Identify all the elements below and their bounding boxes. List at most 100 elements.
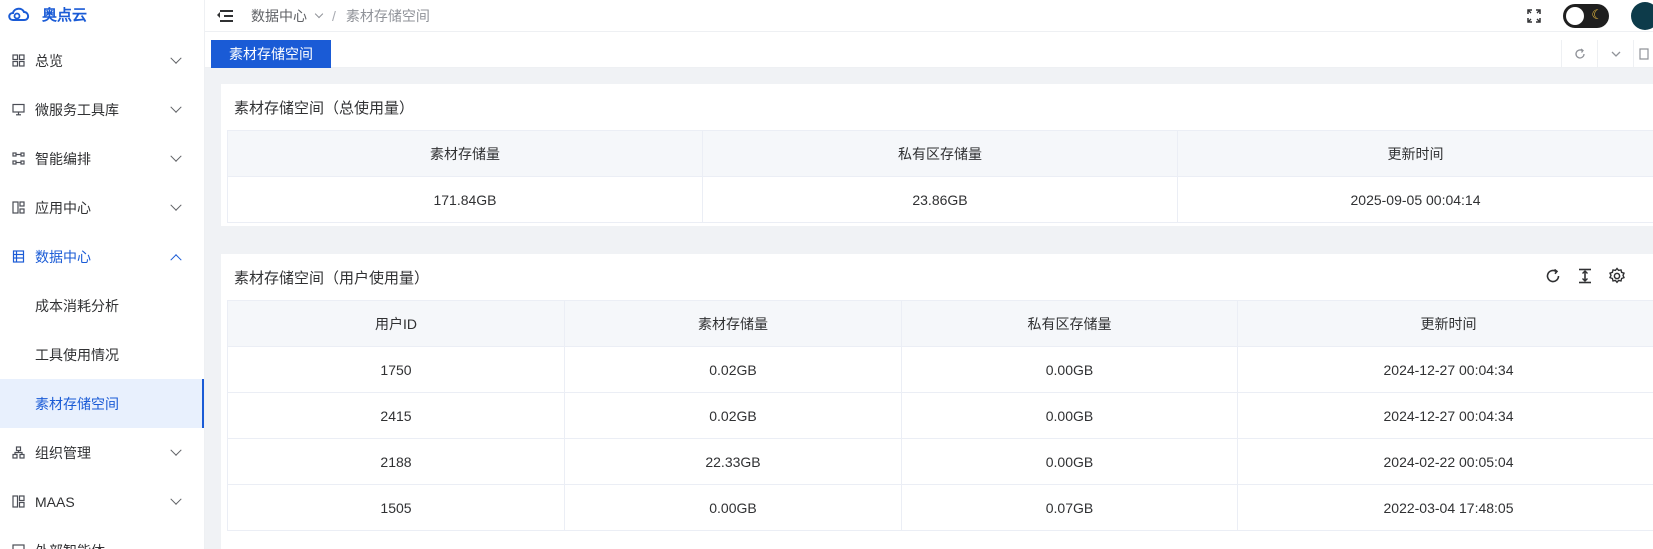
table-cell: 23.86GB xyxy=(702,176,1178,223)
sidebar-item-maas[interactable]: MAAS xyxy=(0,477,204,526)
column-header: 素材存储量 xyxy=(227,130,703,177)
top-header: 数据中心 / 素材存储空间 ☾ xyxy=(205,0,1653,32)
sidebar-item-label: 外部智能体 xyxy=(35,541,180,549)
tab-tools xyxy=(1561,40,1653,68)
sidebar-subitem-label: 工具使用情况 xyxy=(35,346,119,363)
tab-storage-space[interactable]: 素材存储空间 xyxy=(211,40,331,68)
menu-collapse-icon[interactable] xyxy=(217,9,233,23)
table-cell: 2025-09-05 00:04:14 xyxy=(1177,176,1653,223)
table-cell: 2415 xyxy=(227,392,565,439)
table-cell: 0.00GB xyxy=(901,438,1238,485)
tab-bar: 素材存储空间 xyxy=(205,32,1653,68)
table-cell: 2024-02-22 00:05:04 xyxy=(1237,438,1653,485)
chevron-down-icon xyxy=(170,150,182,162)
table-cell: 0.00GB xyxy=(901,392,1238,439)
sidebar-item-external-agent[interactable]: 外部智能体 xyxy=(0,526,204,549)
column-header: 私有区存储量 xyxy=(901,300,1238,347)
table-cell: 2188 xyxy=(227,438,565,485)
sidebar-subitem-label: 素材存储空间 xyxy=(35,395,119,412)
refresh-icon[interactable] xyxy=(1543,266,1563,286)
maas-icon xyxy=(11,495,25,509)
refresh-tab-icon[interactable] xyxy=(1561,40,1597,68)
sidebar-item-orchestration[interactable]: 智能编排 xyxy=(0,134,204,183)
sidebar-item-label: 应用中心 xyxy=(35,199,91,216)
moon-icon: ☾ xyxy=(1591,7,1603,22)
chevron-up-icon xyxy=(170,253,182,265)
toggle-knob xyxy=(1566,7,1584,25)
sidebar-menu: 总览 微服务工具库 智能编排 应用中心 数据中心 成本消耗分析 工具使用情况 素… xyxy=(0,36,204,549)
chevron-down-icon[interactable] xyxy=(314,9,324,19)
workflow-icon xyxy=(11,152,25,166)
breadcrumb-item-current: 素材存储空间 xyxy=(345,7,430,24)
table-row: 2415 0.02GB 0.00GB 2024-12-27 00:04:34 xyxy=(227,392,1653,439)
table-cell: 0.00GB xyxy=(564,484,902,531)
sidebar-item-data-center[interactable]: 数据中心 xyxy=(0,232,204,281)
data-icon xyxy=(11,250,25,264)
sidebar-subitem-cost-analysis[interactable]: 成本消耗分析 xyxy=(0,281,204,330)
column-header: 素材存储量 xyxy=(564,300,902,347)
table-header-row: 用户ID 素材存储量 私有区存储量 更新时间 xyxy=(227,300,1653,347)
table-cell: 171.84GB xyxy=(227,176,703,223)
sidebar-subitem-storage-space[interactable]: 素材存储空间 xyxy=(0,379,204,428)
card-title: 素材存储空间（总使用量） xyxy=(234,99,415,117)
table-cell: 2024-12-27 00:04:34 xyxy=(1237,346,1653,393)
table-cell: 2024-12-27 00:04:34 xyxy=(1237,392,1653,439)
logo[interactable]: 奥点云 xyxy=(0,0,204,28)
sidebar-item-org-management[interactable]: 组织管理 xyxy=(0,428,204,477)
breadcrumb: 数据中心 / 素材存储空间 xyxy=(251,6,430,26)
sidebar-item-label: 总览 xyxy=(35,52,63,69)
chevron-down-icon[interactable] xyxy=(1597,40,1633,68)
table-cell: 0.02GB xyxy=(564,346,902,393)
app-name: 奥点云 xyxy=(42,6,88,24)
table-row: 2188 22.33GB 0.00GB 2024-02-22 00:05:04 xyxy=(227,438,1653,485)
table-cell: 0.07GB xyxy=(901,484,1238,531)
sidebar-item-overview[interactable]: 总览 xyxy=(0,36,204,85)
gear-icon[interactable] xyxy=(1607,266,1627,286)
table-header-row: 素材存储量 私有区存储量 更新时间 xyxy=(227,130,1653,177)
chevron-down-icon xyxy=(170,101,182,113)
user-usage-card: 素材存储空间（用户使用量） 用户ID 素材存储量 私有区存储量 更新时间 175… xyxy=(221,254,1653,549)
fullscreen-icon[interactable] xyxy=(1527,9,1541,23)
theme-toggle[interactable]: ☾ xyxy=(1563,4,1609,28)
apps-icon xyxy=(11,201,25,215)
org-icon xyxy=(11,446,25,460)
column-height-icon[interactable] xyxy=(1575,266,1595,286)
column-header: 用户ID xyxy=(227,300,565,347)
table-row: 171.84GB 23.86GB 2025-09-05 00:04:14 xyxy=(227,176,1653,223)
sidebar-item-label: 组织管理 xyxy=(35,444,91,461)
sidebar-item-label: 数据中心 xyxy=(35,248,91,265)
avatar[interactable] xyxy=(1631,2,1653,30)
user-usage-table: 用户ID 素材存储量 私有区存储量 更新时间 1750 0.02GB 0.00G… xyxy=(227,300,1653,531)
grid-icon xyxy=(11,54,25,68)
table-cell: 0.00GB xyxy=(901,346,1238,393)
card-title: 素材存储空间（用户使用量） xyxy=(234,269,430,287)
table-cell: 22.33GB xyxy=(564,438,902,485)
header-actions: ☾ xyxy=(1527,0,1653,32)
table-cell: 0.02GB xyxy=(564,392,902,439)
table-cell: 1505 xyxy=(227,484,565,531)
agent-icon xyxy=(11,544,25,549)
sidebar: 奥点云 总览 微服务工具库 智能编排 应用中心 数据中心 成本消耗分析 工具使用… xyxy=(0,0,205,549)
column-header: 更新时间 xyxy=(1237,300,1653,347)
sidebar-subitem-label: 成本消耗分析 xyxy=(35,297,119,314)
chevron-down-icon xyxy=(170,52,182,64)
cloud-logo-icon xyxy=(8,7,30,21)
sidebar-subitem-tool-usage[interactable]: 工具使用情况 xyxy=(0,330,204,379)
table-cell: 2022-03-04 17:48:05 xyxy=(1237,484,1653,531)
sidebar-item-label: 智能编排 xyxy=(35,150,91,167)
chevron-down-icon xyxy=(170,199,182,211)
table-cell: 1750 xyxy=(227,346,565,393)
breadcrumb-separator: / xyxy=(332,7,336,24)
table-tools xyxy=(1543,266,1627,286)
sidebar-item-app-center[interactable]: 应用中心 xyxy=(0,183,204,232)
table-row: 1750 0.02GB 0.00GB 2024-12-27 00:04:34 xyxy=(227,346,1653,393)
monitor-icon xyxy=(11,103,25,117)
column-header: 私有区存储量 xyxy=(702,130,1178,177)
total-usage-table: 素材存储量 私有区存储量 更新时间 171.84GB 23.86GB 2025-… xyxy=(227,130,1653,223)
sidebar-item-microservice-tools[interactable]: 微服务工具库 xyxy=(0,85,204,134)
chevron-down-icon xyxy=(170,493,182,505)
expand-icon[interactable] xyxy=(1633,40,1653,68)
breadcrumb-item-data-center[interactable]: 数据中心 xyxy=(251,6,307,26)
chevron-down-icon xyxy=(170,444,182,456)
column-header: 更新时间 xyxy=(1177,130,1653,177)
